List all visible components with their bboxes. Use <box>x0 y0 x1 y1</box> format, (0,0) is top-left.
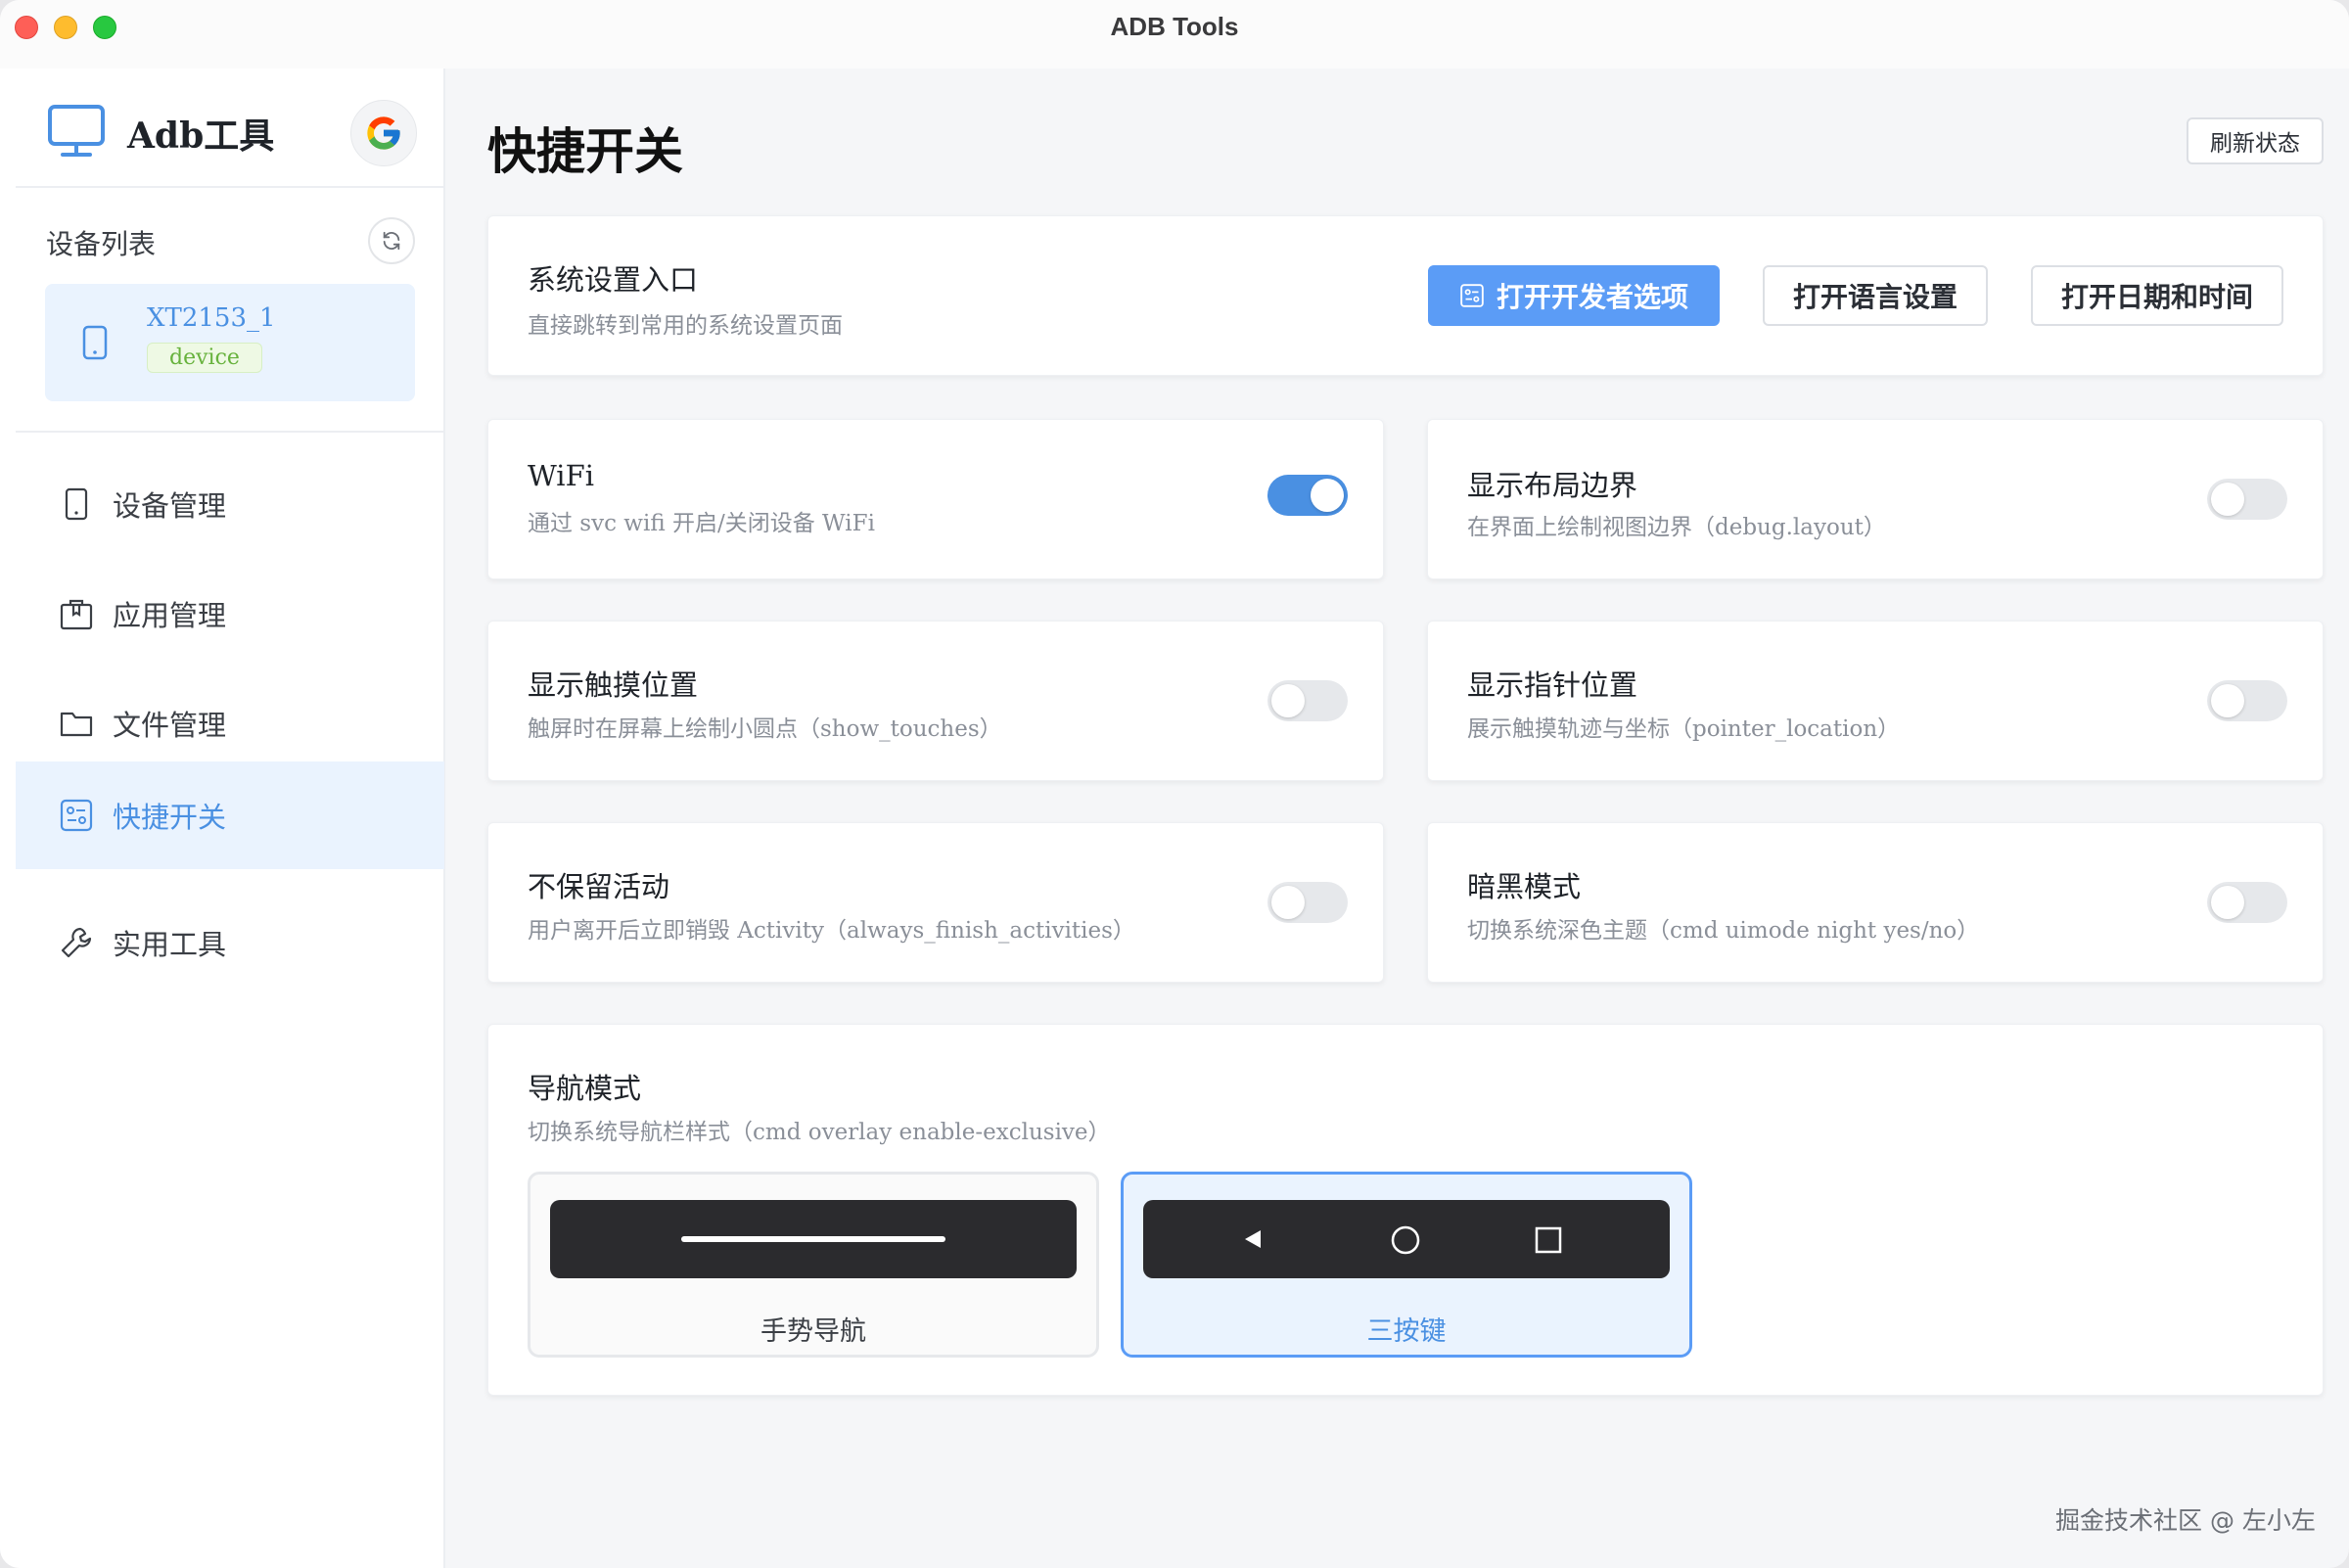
toggle-knob <box>1271 684 1305 717</box>
card-description: 直接跳转到常用的系统设置页面 <box>528 313 843 339</box>
sidebar: Adb工具 设备列表 XT2153_1 device 设备管理 应用管理 文件管… <box>0 69 445 1568</box>
dark-mode-toggle[interactable] <box>2207 882 2287 923</box>
three-button-navigation-option[interactable]: 三按键 <box>1121 1172 1692 1358</box>
recents-square-icon <box>1535 1226 1562 1254</box>
wifi-card: WiFi 通过 svc wifi 开启/关闭设备 WiFi <box>487 419 1384 579</box>
option-label: 三按键 <box>1366 1316 1447 1347</box>
sidebar-item-label: 设备管理 <box>113 489 227 523</box>
gesture-navigation-option[interactable]: 手势导航 <box>528 1172 1099 1358</box>
sidebar-item-label: 快捷开关 <box>113 801 227 834</box>
toggle-knob <box>1271 886 1305 919</box>
device-status-badge: device <box>147 343 262 373</box>
card-title: 系统设置入口 <box>528 263 699 297</box>
card-description: 在界面上绘制视图边界（debug.layout） <box>1467 515 1886 540</box>
refresh-icon <box>383 231 400 251</box>
sidebar-item-device-management[interactable]: 设备管理 <box>16 450 444 558</box>
dont-keep-activities-card: 不保留活动 用户离开后立即销毁 Activity（always_finish_a… <box>487 822 1384 983</box>
show-touches-card: 显示触摸位置 触屏时在屏幕上绘制小圆点（show_touches） <box>487 621 1384 781</box>
option-label: 手势导航 <box>760 1316 866 1347</box>
refresh-state-button[interactable]: 刷新状态 <box>2187 117 2324 164</box>
pointer-location-card: 显示指针位置 展示触摸轨迹与坐标（pointer_location） <box>1427 621 2324 781</box>
sidebar-divider <box>16 431 444 433</box>
system-settings-card: 系统设置入口 直接跳转到常用的系统设置页面 打开开发者选项 打开语言设置 打开日… <box>487 215 2324 376</box>
toggle-knob <box>2211 886 2244 919</box>
dark-mode-card: 暗黑模式 切换系统深色主题（cmd uimode night yes/no） <box>1427 822 2324 983</box>
card-description: 切换系统导航栏样式（cmd overlay enable-exclusive） <box>528 1120 1111 1145</box>
tablet-icon <box>65 487 88 521</box>
card-title: 显示触摸位置 <box>528 669 699 702</box>
card-description: 展示触摸轨迹与坐标（pointer_location） <box>1467 716 1901 742</box>
open-language-settings-button[interactable]: 打开语言设置 <box>1763 265 1988 326</box>
show-touches-toggle[interactable] <box>1267 680 1348 721</box>
sidebar-item-label: 实用工具 <box>113 928 227 961</box>
window-title: ADB Tools <box>1110 12 1239 41</box>
home-circle-icon <box>1391 1225 1420 1255</box>
three-button-bar-preview <box>1143 1200 1670 1278</box>
gesture-bar-preview <box>550 1200 1077 1278</box>
sidebar-item-label: 应用管理 <box>113 599 227 632</box>
card-description: 用户离开后立即销毁 Activity（always_finish_activit… <box>528 918 1135 944</box>
sidebar-item-utilities[interactable]: 实用工具 <box>16 889 444 996</box>
monitor-icon <box>48 105 105 157</box>
card-title: 不保留活动 <box>528 870 670 903</box>
layout-bounds-card: 显示布局边界 在界面上绘制视图边界（debug.layout） <box>1427 419 2324 579</box>
open-date-time-button[interactable]: 打开日期和时间 <box>2031 265 2283 326</box>
open-developer-options-button[interactable]: 打开开发者选项 <box>1428 265 1720 326</box>
sidebar-item-quick-switches[interactable]: 快捷开关 <box>16 761 444 869</box>
page-title: 快捷开关 <box>487 122 683 180</box>
card-description: 通过 svc wifi 开启/关闭设备 WiFi <box>528 511 875 536</box>
card-title: 显示布局边界 <box>1467 469 1638 502</box>
toggle-knob <box>1311 479 1344 512</box>
wifi-toggle[interactable] <box>1267 475 1348 516</box>
pointer-location-toggle[interactable] <box>2207 680 2287 721</box>
wrench-icon <box>61 927 92 958</box>
card-description: 切换系统深色主题（cmd uimode night yes/no） <box>1467 918 1980 944</box>
card-title: 显示指针位置 <box>1467 669 1638 702</box>
button-label: 打开开发者选项 <box>1496 282 1688 312</box>
toggle-knob <box>2211 483 2244 516</box>
sidebar-divider <box>16 186 444 188</box>
back-triangle-icon <box>1245 1230 1261 1248</box>
device-name: XT2153_1 <box>147 303 276 333</box>
gesture-handle-icon <box>681 1236 945 1242</box>
package-icon <box>60 599 93 630</box>
device-card[interactable]: XT2153_1 device <box>45 284 415 401</box>
switch-panel-icon <box>1460 284 1484 307</box>
switch-panel-icon <box>60 799 93 832</box>
app-window: ADB Tools Adb工具 设备列表 XT2153_1 device 设备管… <box>0 0 2349 1568</box>
tablet-icon <box>82 325 108 360</box>
sidebar-item-label: 文件管理 <box>113 709 227 742</box>
card-description: 触屏时在屏幕上绘制小圆点（show_touches） <box>528 716 1002 742</box>
google-icon <box>367 116 400 150</box>
sidebar-item-app-management[interactable]: 应用管理 <box>16 560 444 668</box>
toggle-knob <box>2211 684 2244 717</box>
device-list-label: 设备列表 <box>46 228 157 260</box>
card-title: 导航模式 <box>528 1072 642 1105</box>
card-title: 暗黑模式 <box>1467 870 1582 903</box>
card-title: WiFi <box>528 459 594 492</box>
folder-icon <box>60 712 93 737</box>
navigation-mode-card: 导航模式 切换系统导航栏样式（cmd overlay enable-exclus… <box>487 1024 2324 1396</box>
layout-bounds-toggle[interactable] <box>2207 479 2287 520</box>
google-button[interactable] <box>350 100 417 166</box>
brand-name: Adb工具 <box>127 115 275 157</box>
refresh-devices-button[interactable] <box>368 217 415 264</box>
dont-keep-activities-toggle[interactable] <box>1267 882 1348 923</box>
title-bar: ADB Tools <box>0 0 2349 69</box>
watermark: 掘金技术社区 @ 左小左 <box>2055 1506 2316 1535</box>
